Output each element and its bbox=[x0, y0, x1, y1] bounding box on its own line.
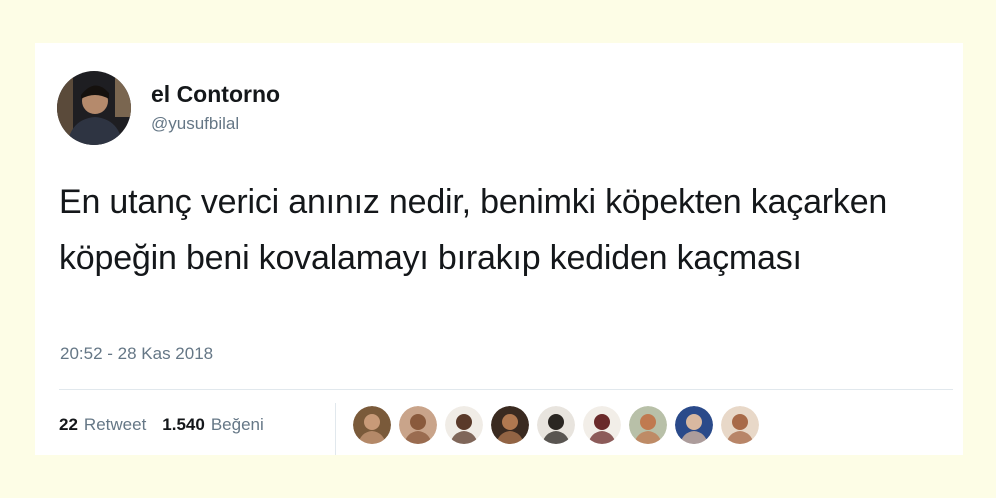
liker-avatar-2[interactable] bbox=[399, 406, 437, 444]
tweet-card: el Contorno @yusufbilal En utanç verici … bbox=[35, 43, 963, 455]
like-count: 1.540 bbox=[162, 415, 205, 434]
divider bbox=[59, 389, 953, 390]
retweet-label: Retweet bbox=[83, 415, 147, 434]
tweet-timestamp[interactable]: 20:52 - 28 Kas 2018 bbox=[60, 343, 213, 365]
liker-avatar-9[interactable] bbox=[721, 406, 759, 444]
author-handle[interactable]: @yusufbilal bbox=[151, 112, 280, 136]
author-avatar[interactable] bbox=[57, 71, 131, 145]
liker-avatar-5[interactable] bbox=[537, 406, 575, 444]
liker-avatar-8[interactable] bbox=[675, 406, 713, 444]
stats-divider bbox=[335, 403, 336, 455]
tweet-header: el Contorno @yusufbilal bbox=[57, 70, 280, 146]
liker-avatar-6[interactable] bbox=[583, 406, 621, 444]
author-display-name[interactable]: el Contorno bbox=[151, 80, 280, 108]
liker-avatar-3[interactable] bbox=[445, 406, 483, 444]
liker-avatar-4[interactable] bbox=[491, 406, 529, 444]
like-stat[interactable]: 1.540 Beğeni bbox=[162, 415, 263, 435]
tweet-stats: 22 Retweet 1.540 Beğeni bbox=[59, 409, 280, 441]
liker-avatar-7[interactable] bbox=[629, 406, 667, 444]
liker-avatars bbox=[353, 406, 767, 444]
tweet-text: En utanç verici anınız nedir, benimki kö… bbox=[59, 183, 888, 277]
like-label: Beğeni bbox=[210, 415, 264, 434]
author-info: el Contorno @yusufbilal bbox=[151, 80, 280, 136]
retweet-count: 22 bbox=[59, 415, 78, 434]
retweet-stat[interactable]: 22 Retweet bbox=[59, 415, 146, 435]
liker-avatar-1[interactable] bbox=[353, 406, 391, 444]
